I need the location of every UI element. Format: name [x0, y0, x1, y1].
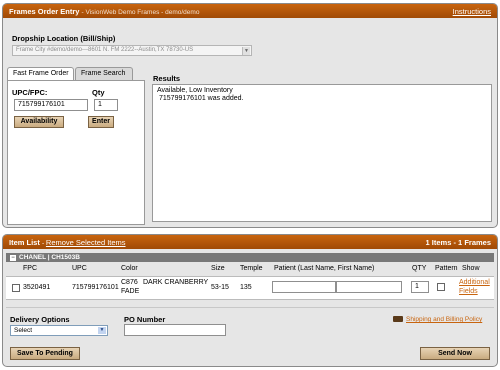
enter-button[interactable]: Enter	[88, 116, 114, 128]
upc-input[interactable]: 715799176101	[14, 99, 88, 111]
qty-input[interactable]: 1	[94, 99, 118, 111]
column-header-show: Show	[462, 265, 480, 272]
brand-group-label: CHANEL | CH1503B	[19, 254, 80, 261]
instructions-link[interactable]: Instructions	[453, 7, 491, 16]
patient-last-name-input[interactable]	[272, 281, 336, 293]
brand-group-row[interactable]: − CHANEL | CH1503B	[6, 253, 494, 262]
page-title: Frames Order Entry	[9, 7, 80, 16]
results-line: 715799176101 was added.	[159, 95, 244, 102]
chevron-down-icon: ▼	[242, 47, 250, 55]
row-fpc: 3520491	[23, 284, 51, 291]
fast-order-pane: UPC/FPC: Qty 715799176101 1 Availability…	[7, 80, 145, 225]
shipping-billing-policy-link[interactable]: Shipping and Billing Policy	[406, 316, 482, 323]
row-size: 53-15	[211, 284, 229, 291]
dropship-location-select[interactable]: Frame City #demo/demo---8601 N. FM 2222-…	[12, 45, 252, 56]
delivery-options-select[interactable]: Select ▼	[10, 325, 108, 336]
item-list-panel: Item List - Remove Selected Items 1 Item…	[2, 234, 498, 367]
results-section: Results Available, Low Inventory 7157991…	[149, 72, 495, 225]
remove-selected-items-link[interactable]: Remove Selected Items	[46, 238, 126, 247]
availability-button[interactable]: Availability	[14, 116, 64, 128]
policy-icon	[393, 316, 403, 322]
po-number-label: PO Number	[124, 315, 166, 324]
row-select-checkbox[interactable]	[12, 284, 20, 292]
additional-fields-link-line2[interactable]: Fields	[459, 288, 478, 295]
results-label: Results	[153, 74, 181, 83]
row-color-code: C876	[121, 279, 138, 286]
column-header-fpc: FPC	[23, 265, 37, 272]
item-list-title: Item List	[9, 238, 40, 247]
delivery-options-value: Select	[14, 327, 33, 334]
table-row: 3520491 715799176101 C876 DARK CRANBERRY…	[6, 276, 494, 300]
column-header-pattern: Pattern	[435, 265, 458, 272]
row-color-name: DARK CRANBERRY	[143, 279, 209, 286]
column-header-temple: Temple	[240, 265, 263, 272]
po-number-input[interactable]	[124, 324, 226, 336]
tab-frame-search[interactable]: Frame Search	[75, 67, 133, 80]
frames-order-entry-panel: Frames Order Entry - VisionWeb Demo Fram…	[2, 3, 498, 228]
results-line: Available, Low Inventory	[157, 87, 233, 94]
send-now-button[interactable]: Send Now	[420, 347, 490, 360]
results-box: Available, Low Inventory 715799176101 wa…	[152, 84, 492, 222]
collapse-icon[interactable]: −	[10, 255, 16, 261]
column-header-upc: UPC	[72, 265, 87, 272]
column-header-size: Size	[211, 265, 225, 272]
row-qty-input[interactable]: 1	[411, 281, 429, 293]
item-list-header: Item List - Remove Selected Items 1 Item…	[3, 235, 497, 249]
qty-label: Qty	[92, 88, 105, 97]
dropship-value: Frame City #demo/demo---8601 N. FM 2222-…	[16, 47, 194, 53]
dropship-label: Dropship Location (Bill/Ship)	[12, 34, 116, 43]
row-temple: 135	[240, 284, 252, 291]
divider	[6, 307, 494, 308]
patient-first-name-input[interactable]	[336, 281, 402, 293]
column-header-qty: QTY	[412, 265, 427, 272]
row-upc: 715799176101	[72, 284, 119, 291]
column-header-patient: Patient (Last Name, First Name)	[274, 265, 375, 272]
order-entry-header: Frames Order Entry - VisionWeb Demo Fram…	[3, 4, 497, 18]
delivery-options-label: Delivery Options	[10, 315, 70, 324]
shipping-billing-policy[interactable]: Shipping and Billing Policy	[393, 316, 482, 323]
row-color-extra: FADE	[121, 288, 140, 295]
pattern-checkbox[interactable]	[437, 283, 445, 291]
chevron-down-icon: ▼	[98, 327, 106, 334]
tab-fast-frame-order[interactable]: Fast Frame Order	[7, 67, 74, 80]
item-summary: 1 Items - 1 Frames	[425, 238, 491, 247]
page-subtitle: - VisionWeb Demo Frames - demo/demo	[81, 9, 200, 16]
save-to-pending-button[interactable]: Save To Pending	[10, 347, 80, 360]
column-header-color: Color	[121, 265, 138, 272]
upc-label: UPC/FPC:	[12, 88, 48, 97]
additional-fields-link[interactable]: Additional	[459, 279, 490, 286]
